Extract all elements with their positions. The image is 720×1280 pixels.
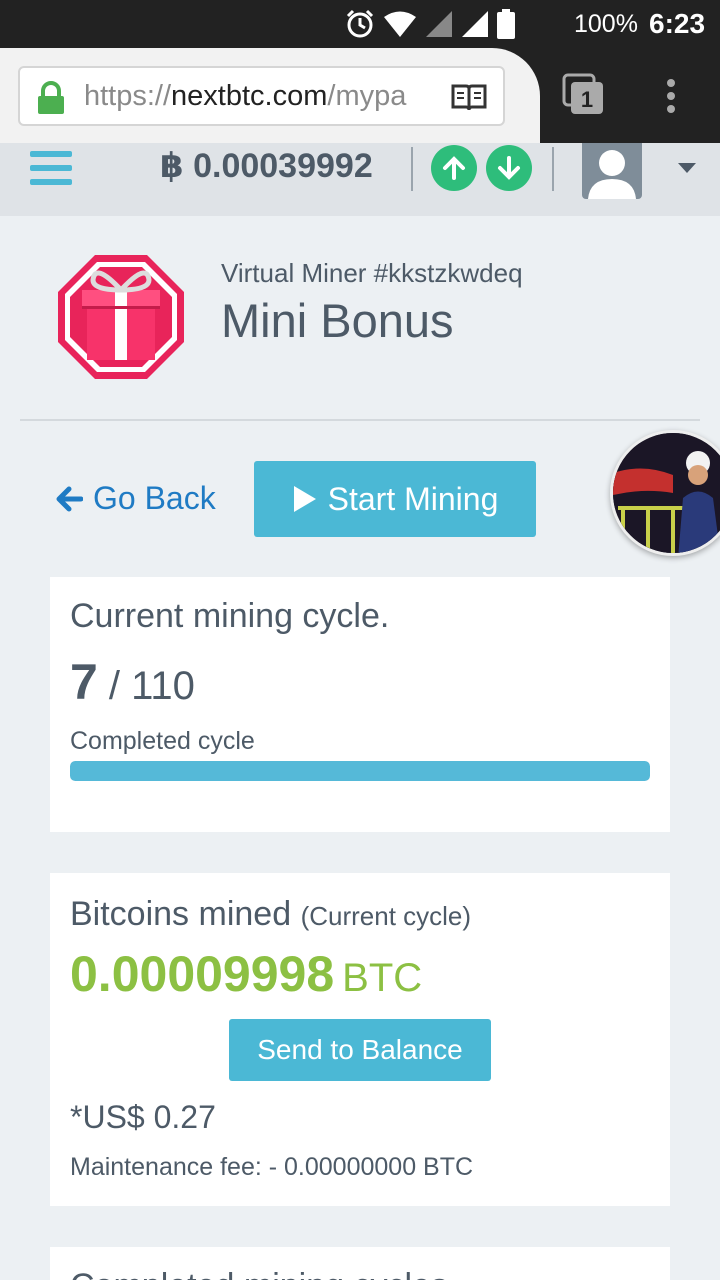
card-title: Current mining cycle. <box>70 597 390 635</box>
send-to-balance-button[interactable]: Send to Balance <box>229 1019 491 1081</box>
url-bar[interactable]: https://nextbtc.com/mypa <box>18 66 505 126</box>
card-title: Completed mining cycles <box>70 1267 448 1280</box>
site-header: ฿ 0.00039992 <box>0 143 720 216</box>
clock: 6:23 <box>649 8 706 39</box>
divider <box>20 419 700 421</box>
mined-title-suffix: (Current cycle) <box>300 901 472 931</box>
divider <box>411 147 413 191</box>
completed-cycles-card: Completed mining cycles <box>50 1247 670 1280</box>
url-host: nextbtc.com <box>171 80 328 112</box>
user-avatar[interactable] <box>582 143 642 199</box>
arrow-left-icon <box>56 486 83 511</box>
total-cycles: 110 <box>131 664 195 708</box>
url-scheme: https:// <box>84 80 172 112</box>
battery-icon <box>497 9 515 39</box>
mining-cycle-card: Current mining cycle. 7 / 110 Completed … <box>50 577 670 832</box>
deposit-button[interactable] <box>431 145 477 191</box>
battery-percent: 100% <box>574 10 638 38</box>
mined-value: 0.00009998 <box>70 946 335 1002</box>
divider <box>552 147 554 191</box>
status-bar: 100% 6:23 <box>0 0 720 48</box>
url-text[interactable]: https://nextbtc.com/mypa <box>84 80 444 113</box>
usd-value: *US$ 0.27 <box>70 1099 216 1135</box>
chevron-down-icon[interactable] <box>678 163 696 175</box>
maintenance-fee: Maintenance fee: - 0.00000000 BTC <box>70 1153 474 1181</box>
wifi-icon <box>384 11 416 37</box>
play-icon <box>293 486 316 512</box>
chat-head-photo <box>613 433 720 553</box>
gift-box-icon <box>58 255 184 379</box>
mined-amount: 0.00009998 BTC <box>70 945 422 1003</box>
user-icon <box>588 150 636 199</box>
bitcoins-mined-card: Bitcoins mined (Current cycle) 0.0000999… <box>50 873 670 1206</box>
tab-switcher-button[interactable]: 1 <box>562 73 606 122</box>
url-path: /mypa <box>327 80 407 112</box>
arrow-up-icon <box>443 156 465 180</box>
tab-count: 1 <box>581 87 593 112</box>
kebab-menu-icon <box>667 79 675 113</box>
hamburger-menu-icon[interactable] <box>30 151 72 187</box>
page-title: Mini Bonus <box>221 294 454 347</box>
go-back-label: Go Back <box>93 480 216 516</box>
reader-mode-icon[interactable] <box>451 82 487 112</box>
btc-balance: ฿ 0.00039992 <box>160 147 373 185</box>
chat-head-bubble[interactable] <box>610 430 720 556</box>
mined-unit: BTC <box>342 956 423 1000</box>
miner-id: Virtual Miner #kkstzkwdeq <box>221 258 523 288</box>
progress-bar <box>70 761 650 781</box>
signal-icon-2 <box>462 11 488 37</box>
progress-bar-fill <box>70 761 650 781</box>
status-icons <box>345 8 515 40</box>
go-back-link[interactable]: Go Back <box>55 480 216 517</box>
current-cycle: 7 <box>70 654 98 710</box>
arrow-down-icon <box>498 156 520 180</box>
card-title: Bitcoins mined (Current cycle) <box>70 895 471 934</box>
start-mining-button[interactable]: Start Mining <box>254 461 536 537</box>
mined-title: Bitcoins mined <box>70 895 292 933</box>
signal-icon <box>426 11 452 37</box>
browser-toolbar: https://nextbtc.com/mypa 1 <box>0 48 720 143</box>
cycle-separator: / <box>97 664 132 708</box>
alarm-icon <box>346 9 374 38</box>
completed-label: Completed cycle <box>70 727 255 755</box>
lock-icon <box>38 81 64 114</box>
start-mining-label: Start Mining <box>327 480 499 517</box>
withdraw-button[interactable] <box>486 145 532 191</box>
browser-menu-button[interactable] <box>664 78 678 119</box>
cycle-counter: 7 / 110 <box>70 653 195 711</box>
tabs-icon: 1 <box>562 73 603 114</box>
